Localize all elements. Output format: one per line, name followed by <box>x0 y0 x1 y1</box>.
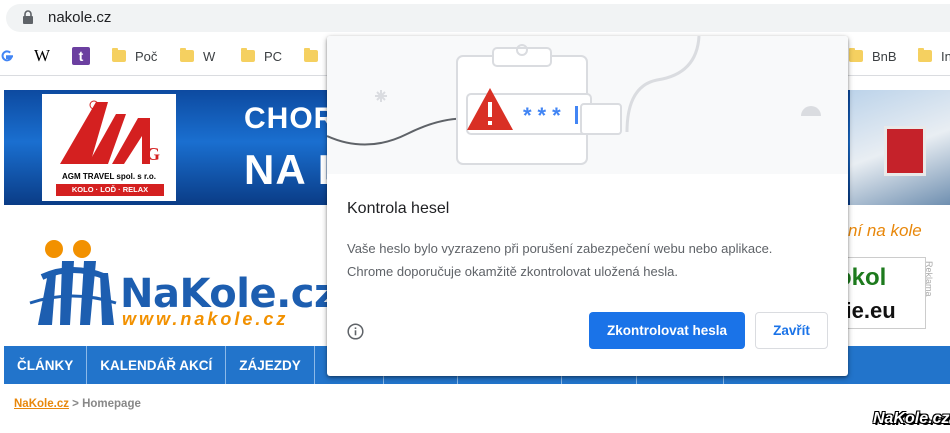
wikipedia-icon: W <box>34 46 51 65</box>
address-bar[interactable] <box>6 4 950 32</box>
ship-photo <box>850 90 950 205</box>
folder-icon <box>112 48 126 62</box>
bookmark-wikipedia[interactable]: W <box>34 36 50 76</box>
bookmark-folder-bnb[interactable]: BnB <box>849 36 897 76</box>
menu-item-clanky[interactable]: ČLÁNKY <box>4 346 88 384</box>
bookmark-tumblr[interactable]: t <box>72 36 90 76</box>
menu-item-kalendar-akci[interactable]: KALENDÁŘ AKCÍ <box>87 346 227 384</box>
dialog-message-line-1: Vaše heslo bylo vyzrazeno při porušení z… <box>347 241 773 256</box>
breadcrumb-separator: > <box>68 398 83 410</box>
cyclists-logo-icon[interactable] <box>24 233 120 329</box>
tumblr-icon: t <box>72 47 90 65</box>
folder-icon <box>849 48 863 62</box>
info-icon[interactable] <box>347 323 364 340</box>
bookmark-folder-poc[interactable]: Poč <box>112 36 157 76</box>
masked-password-text: *** <box>523 103 567 128</box>
browser-toolbar: nakole.cz <box>0 0 950 36</box>
agm-logo-box: G AGM TRAVEL spol. s r.o. KOLO · LOĎ · R… <box>42 94 176 201</box>
bookmark-label: Poč <box>135 48 158 64</box>
dialog-title: Kontrola hesel <box>347 200 450 217</box>
bookmark-google[interactable] <box>0 36 14 76</box>
agm-company-name: AGM TRAVEL spol. s r.o. <box>62 172 156 181</box>
breadcrumb-home-link[interactable]: NaKole.cz <box>14 398 69 410</box>
google-icon <box>1 50 13 62</box>
site-web-address: www.nakole.cz <box>122 309 289 329</box>
lock-icon[interactable] <box>22 10 34 24</box>
bookmark-label: In <box>941 48 950 64</box>
compromised-password-illustration: *** <box>327 36 848 174</box>
svg-text:G: G <box>146 144 160 164</box>
folder-icon <box>241 48 255 62</box>
dialog-message-line-2: Chrome doporučuje okamžitě zkontrolovat … <box>347 264 678 279</box>
folder-icon <box>304 48 318 62</box>
folder-icon <box>180 48 194 62</box>
password-check-dialog: *** Kontrola hesel Vaše heslo bylo vyzra… <box>327 36 848 376</box>
bookmark-label: BnB <box>872 48 897 64</box>
url-text[interactable]: nakole.cz <box>48 9 111 26</box>
ad-label: Reklama <box>924 261 934 297</box>
bookmark-folder-hidden[interactable] <box>304 36 327 76</box>
breadcrumb: NaKole.cz > Homepage <box>14 398 141 410</box>
menu-item-zajezdy[interactable]: ZÁJEZDY <box>226 346 315 384</box>
bookmark-folder-w[interactable]: W <box>180 36 215 76</box>
agm-logo-image: G <box>60 100 160 164</box>
bookmark-folder-pc[interactable]: PC <box>241 36 282 76</box>
image-watermark: NaKole.cz <box>873 410 950 427</box>
folder-icon <box>918 48 932 62</box>
bookmark-folder-in[interactable]: In <box>918 36 950 76</box>
ship-deck-image <box>884 126 926 176</box>
close-button[interactable]: Zavřít <box>755 312 828 349</box>
check-passwords-button[interactable]: Zkontrolovat hesla <box>589 312 745 349</box>
bookmark-label: W <box>203 48 216 64</box>
agm-slogan: KOLO · LOĎ · RELAX <box>56 184 164 196</box>
breadcrumb-current: Homepage <box>82 398 141 410</box>
bookmark-label: PC <box>264 48 283 64</box>
